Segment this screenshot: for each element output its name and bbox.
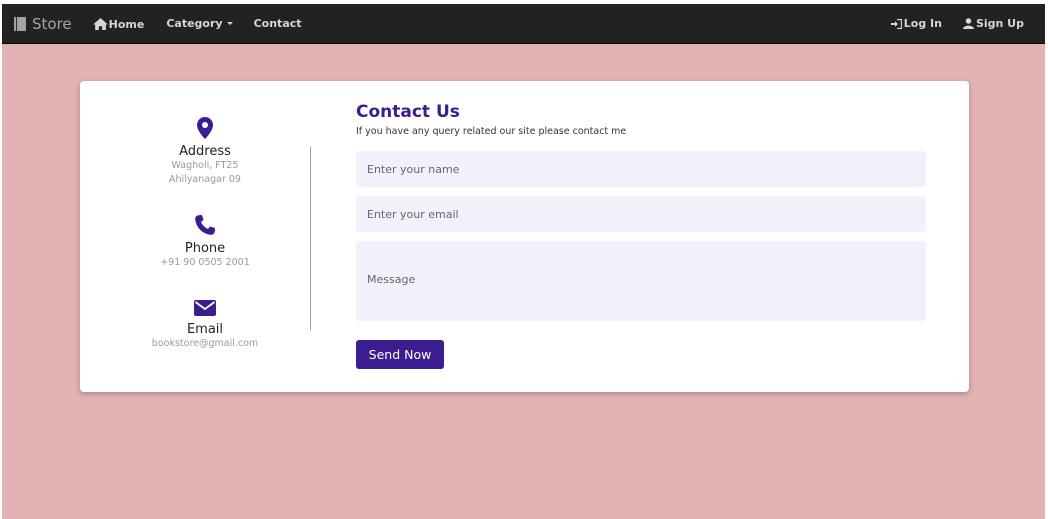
message-textarea[interactable] xyxy=(356,241,926,321)
login-icon xyxy=(890,18,902,29)
nav-category-label: Category xyxy=(166,17,223,30)
nav-home-label: Home xyxy=(108,18,145,31)
nav-contact-label: Contact xyxy=(253,17,302,30)
nav-contact[interactable]: Contact xyxy=(254,17,302,30)
address-block: Address Wagholi, FT25 Ahilyanagar 09 xyxy=(105,117,305,187)
address-line2: Ahilyanagar 09 xyxy=(169,174,241,185)
nav-right-group: Log In Sign Up xyxy=(890,17,1024,30)
form-subtitle: If you have any query related our site p… xyxy=(356,126,627,137)
nav-signup[interactable]: Sign Up xyxy=(962,17,1024,30)
user-icon xyxy=(962,18,974,29)
send-now-button[interactable]: Send Now xyxy=(356,340,444,369)
email-block: Email bookstore@gmail.com xyxy=(105,299,305,351)
nav-category-dropdown[interactable]: Category xyxy=(166,17,233,30)
caret-down-icon xyxy=(226,22,233,25)
location-pin-icon xyxy=(197,117,213,139)
address-line1: Wagholi, FT25 xyxy=(171,160,239,171)
brand-link[interactable]: Store xyxy=(14,15,72,33)
form-title: Contact Us xyxy=(356,102,460,122)
column-divider xyxy=(310,147,311,330)
email-input[interactable] xyxy=(356,196,926,232)
navbar: Store Home Category Contact Log In Sign … xyxy=(2,4,1045,44)
email-title: Email xyxy=(186,322,224,337)
page-frame: Store Home Category Contact Log In Sign … xyxy=(2,4,1045,519)
phone-title: Phone xyxy=(184,241,226,256)
nav-signup-label: Sign Up xyxy=(975,17,1024,30)
book-icon xyxy=(14,16,27,32)
phone-icon xyxy=(195,215,215,235)
phone-value: +91 90 0505 2001 xyxy=(160,257,250,268)
brand-label: Store xyxy=(32,14,72,33)
envelope-icon xyxy=(194,300,216,316)
nav-home[interactable]: Home xyxy=(92,17,145,31)
home-icon xyxy=(92,17,108,30)
contact-info-column: Address Wagholi, FT25 Ahilyanagar 09 Pho… xyxy=(80,81,330,392)
phone-block: Phone +91 90 0505 2001 xyxy=(105,214,305,270)
address-title: Address xyxy=(179,144,231,159)
nav-login-label: Log In xyxy=(903,17,942,30)
nav-login[interactable]: Log In xyxy=(890,17,942,30)
contact-card: Address Wagholi, FT25 Ahilyanagar 09 Pho… xyxy=(80,81,969,392)
name-input[interactable] xyxy=(356,151,926,187)
email-value: bookstore@gmail.com xyxy=(151,338,259,349)
